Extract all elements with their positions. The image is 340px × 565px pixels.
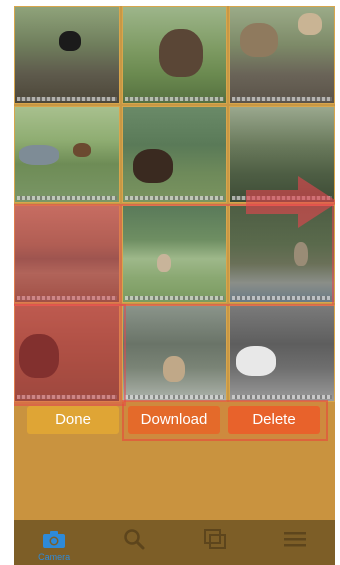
elk-figure <box>158 29 203 77</box>
tab-camera[interactable]: Camera <box>14 520 94 565</box>
tab-search[interactable] <box>94 520 174 565</box>
photo-timestamp-strip <box>124 196 225 200</box>
tab-label: Camera <box>38 552 71 562</box>
deer-figure <box>73 142 91 157</box>
elk-figure <box>298 13 323 35</box>
photo-timestamp-strip <box>232 96 332 101</box>
photo-timestamp-strip <box>124 395 225 399</box>
photo-thumbnail[interactable] <box>121 304 228 402</box>
selection-frame <box>14 304 126 406</box>
app-screen: Done Download Delete Camera <box>14 6 335 565</box>
search-icon <box>121 528 147 550</box>
menu-icon <box>282 528 308 550</box>
tab-menu[interactable] <box>255 520 335 565</box>
action-bar: Done Download Delete <box>14 404 335 440</box>
photo-thumbnail[interactable] <box>121 6 228 104</box>
elk-figure <box>59 31 81 51</box>
pointer-arrow-icon <box>246 176 335 228</box>
tab-photos[interactable] <box>175 520 255 565</box>
bear-figure <box>132 148 173 183</box>
photo-thumbnail[interactable] <box>14 6 120 104</box>
photo-timestamp-strip <box>124 96 225 101</box>
photo-thumbnail[interactable] <box>229 6 335 104</box>
elk-figure <box>162 355 185 382</box>
photo-thumbnail[interactable] <box>121 105 228 203</box>
tab-bar: Camera <box>14 520 335 565</box>
photo-thumbnail[interactable] <box>14 105 120 203</box>
photo-timestamp-strip <box>17 196 117 200</box>
water-pool <box>19 144 59 165</box>
photo-timestamp-strip <box>232 395 332 399</box>
camera-icon <box>41 528 67 550</box>
photo-thumbnail[interactable] <box>229 304 335 402</box>
delete-button[interactable]: Delete <box>228 406 320 434</box>
elk-figure <box>240 23 279 57</box>
elk-figure <box>236 345 277 376</box>
done-button[interactable]: Done <box>27 406 119 434</box>
download-button[interactable]: Download <box>128 406 220 434</box>
photo-image <box>15 7 119 103</box>
photos-icon <box>202 528 228 550</box>
photo-image <box>122 305 227 401</box>
photo-timestamp-strip <box>17 96 117 101</box>
